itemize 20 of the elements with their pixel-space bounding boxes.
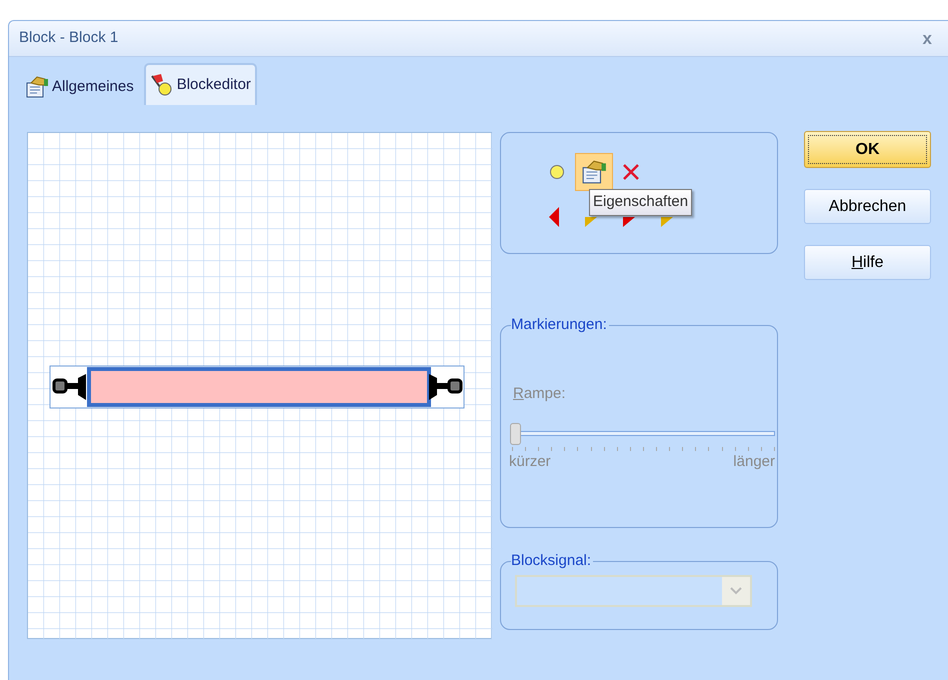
close-icon [621, 162, 641, 182]
min-label: kürzer [509, 452, 551, 472]
tooltip: Eigenschaften [589, 189, 692, 216]
circle-icon [549, 164, 565, 180]
properties-icon [25, 75, 49, 99]
chevron-icon [722, 576, 750, 604]
properties-icon [581, 159, 607, 185]
dialog-button[interactable]: Abbrechen [804, 189, 931, 224]
ramp-label: Rampe: [513, 384, 567, 404]
tab[interactable]: Allgemeines [21, 69, 138, 105]
dialog-button[interactable]: OK [804, 131, 931, 168]
tab[interactable]: Blockeditor [144, 63, 257, 105]
group-title: Blocksignal: [511, 551, 592, 571]
group-title: Markierungen: [511, 315, 608, 335]
track-block-drawing[interactable] [50, 366, 464, 408]
window-title: Block - Block 1 [19, 28, 118, 48]
flag-icon [150, 73, 174, 97]
max-label: länger [733, 452, 775, 472]
dialog-button[interactable]: Hilfe [804, 245, 931, 280]
properties-tool[interactable] [575, 153, 613, 191]
